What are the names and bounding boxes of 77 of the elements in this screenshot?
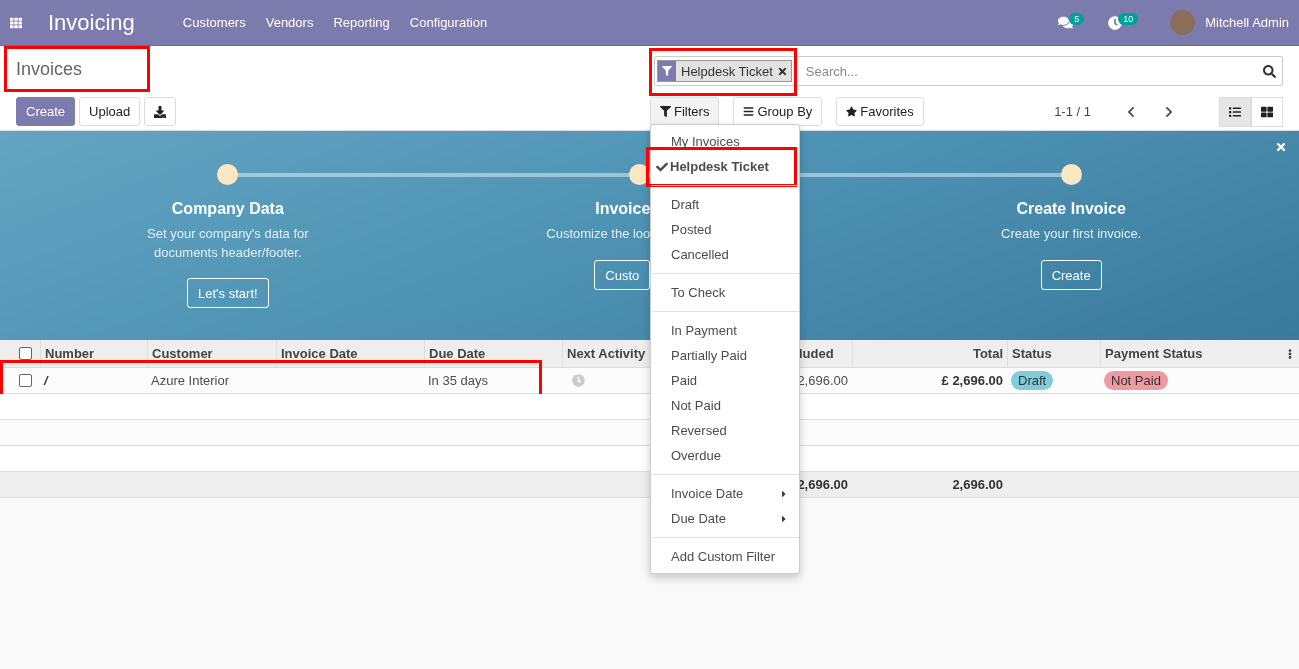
nav-menu-link[interactable]: Customers [182, 15, 246, 30]
step-title: Company Data [171, 200, 284, 218]
filter-menu-item[interactable]: Paid [651, 368, 799, 393]
download-button[interactable] [144, 97, 177, 126]
step-dot [1060, 164, 1082, 185]
filter-menu-item[interactable]: Add Custom Filter [651, 544, 799, 569]
column-header[interactable]: Due Date [424, 340, 562, 367]
search-icon[interactable] [1263, 64, 1276, 78]
star-icon [846, 106, 858, 117]
app-title: Invoicing [48, 9, 135, 36]
search-field[interactable]: Helpdesk Ticket Search... [654, 56, 1283, 86]
filter-facet[interactable]: Helpdesk Ticket [657, 60, 792, 82]
step-dot [217, 164, 239, 185]
view-switch-button[interactable] [1251, 96, 1283, 127]
search-option-button[interactable]: Favorites [836, 97, 924, 126]
table-cell-text: 2,696.00 [796, 373, 849, 388]
filter-menu-item[interactable]: Overdue [651, 443, 799, 468]
message-count-badge: 5 [1069, 12, 1085, 25]
column-header[interactable]: Status [1007, 340, 1100, 367]
filter-menu-item[interactable]: Posted [651, 217, 799, 242]
column-header[interactable]: Customer [147, 340, 276, 367]
step-description: Set your company's data for documents header/footer. [146, 225, 310, 262]
filter-icon [658, 61, 676, 81]
filter-menu-item[interactable]: Invoice Date [651, 481, 799, 506]
step-description: Create your first invoice. [1000, 225, 1143, 243]
table-cell-text: / [42, 373, 50, 388]
nav-menu-link[interactable]: Configuration [409, 15, 488, 30]
download-icon [154, 105, 167, 118]
filter-menu-item[interactable]: Helpdesk Ticket [651, 154, 794, 179]
total-cell-text: 2,696.00 [796, 477, 849, 492]
search-option-button[interactable]: Group By [733, 97, 823, 126]
select-all-checkbox[interactable] [19, 347, 32, 360]
close-icon[interactable] [776, 65, 788, 77]
chevron-right-icon [1163, 105, 1175, 118]
apps-menu-icon[interactable] [10, 16, 22, 29]
check-icon [656, 160, 668, 173]
chat-icon[interactable] [1058, 15, 1074, 30]
facet-label: Helpdesk Ticket [680, 63, 774, 79]
filter-menu-item[interactable]: To Check [651, 280, 799, 305]
column-header[interactable]: Number [40, 340, 147, 367]
column-header[interactable]: Invoice Date [276, 340, 424, 367]
step-title: Create Invoice [1016, 200, 1126, 218]
user-name[interactable]: Mitchell Admin [1205, 15, 1289, 30]
status-badge: Draft [1011, 371, 1054, 390]
filter-menu-item[interactable]: Not Paid [651, 393, 799, 418]
total-cell-text: 2,696.00 [951, 477, 1004, 492]
nav-menu-link[interactable]: Vendors [265, 15, 314, 30]
step-title: Invoice [595, 200, 651, 218]
table-cell-text: In 35 days [427, 373, 489, 388]
table-cell-text: Azure Interior [150, 373, 231, 388]
list-icon [1229, 105, 1241, 118]
chevron-left-icon [1125, 105, 1137, 118]
filter-menu-item[interactable]: Draft [651, 192, 799, 217]
page-title: Invoices [16, 58, 83, 80]
filter-menu-item[interactable]: Partially Paid [651, 343, 799, 368]
filter-menu-item[interactable]: Reversed [651, 418, 799, 443]
step-description: Customize the loo [545, 225, 651, 243]
create-button[interactable]: Create [16, 97, 76, 126]
nav-menu-link[interactable]: Reporting [333, 15, 390, 30]
filter-menu-item[interactable]: Cancelled [651, 242, 799, 267]
grid-icon [1261, 105, 1273, 118]
view-switch-button[interactable] [1219, 96, 1251, 127]
step-button[interactable]: Create [1040, 260, 1102, 290]
filter-menu-item[interactable]: My Invoices [651, 129, 799, 154]
status-badge: Not Paid [1104, 371, 1168, 390]
activity-count-badge: 10 [1118, 12, 1139, 25]
filter-icon [660, 106, 671, 117]
column-header[interactable]: Payment Status [1100, 340, 1299, 367]
search-option-button[interactable]: Filters [650, 97, 720, 126]
menu-icon [743, 106, 755, 117]
filter-menu-item[interactable]: Due Date [651, 506, 799, 531]
table-cell-text: £ 2,696.00 [940, 373, 1004, 388]
pager-value: 1-1 / 1 [1054, 104, 1091, 119]
filter-menu-item[interactable]: In Payment [651, 318, 799, 343]
column-header[interactable]: Total [852, 340, 1007, 367]
row-checkbox[interactable] [19, 374, 32, 387]
upload-button[interactable]: Upload [79, 97, 141, 126]
